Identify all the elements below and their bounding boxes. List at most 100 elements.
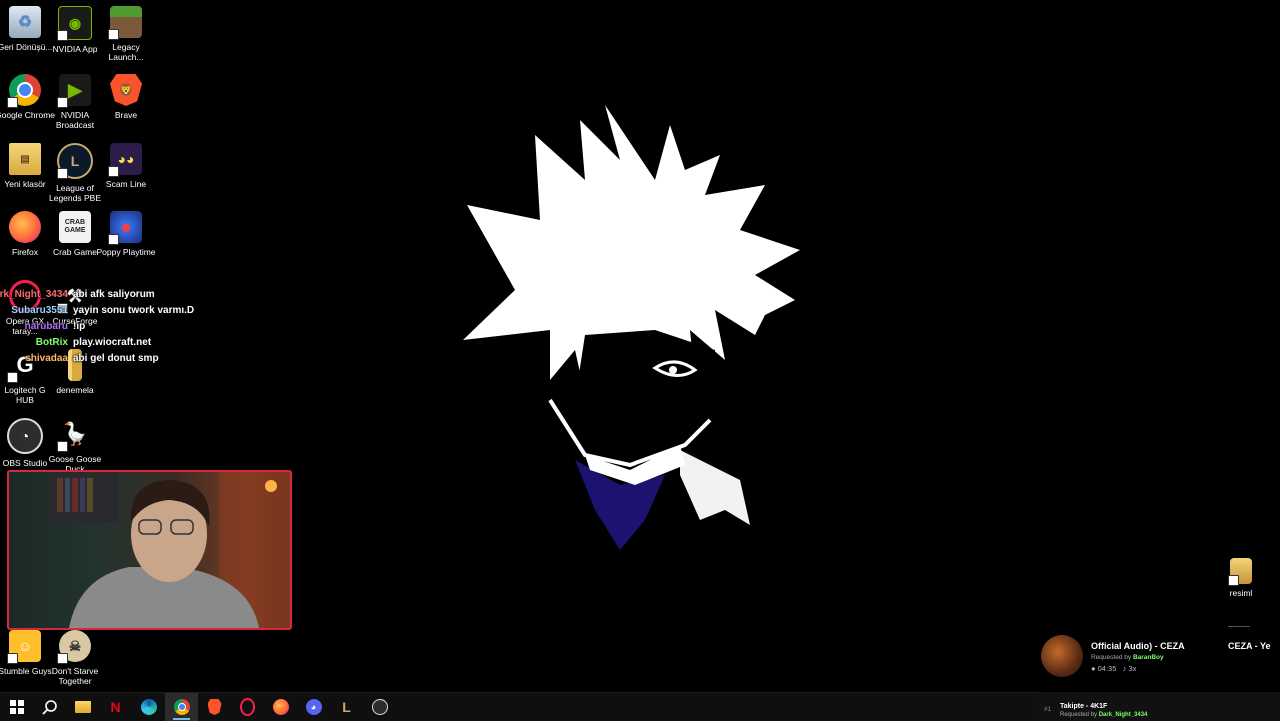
requester-name: BaranBoy <box>1132 654 1164 661</box>
chat-username: narubaru <box>24 321 68 332</box>
album-art <box>1041 635 1083 677</box>
stumble-guys-icon: ☺ <box>7 630 41 664</box>
edge-icon <box>140 699 157 715</box>
icon-label: resiml <box>1229 588 1253 598</box>
song-title-next: CEZA - Ye <box>1228 641 1271 651</box>
scam-line-shortcut[interactable]: ◕◕ Scam Line <box>96 143 156 189</box>
search-button[interactable] <box>33 693 66 721</box>
goose-icon: 🪿 <box>57 418 91 452</box>
league-of-legends-icon: L <box>57 143 93 179</box>
scam-line-icon: ◕◕ <box>108 143 142 177</box>
nvidia-broadcast-icon: ▶ <box>57 74 91 108</box>
queue-requester-name: Dark_Night_3434 <box>1098 712 1148 718</box>
dont-starve-shortcut[interactable]: ☠ Don't Starve Together <box>45 630 105 686</box>
obs-icon: ◔ <box>7 418 43 454</box>
opera-gx-icon <box>240 698 255 716</box>
queue-label: Takipte - 4K1F <box>1060 703 1108 710</box>
requested-line: Requested by BaranBoy <box>1091 654 1164 661</box>
wallpaper-anime-illustration <box>463 105 800 550</box>
chrome-icon <box>173 699 190 715</box>
wallpaper-face-shape <box>575 330 715 445</box>
icon-label: NVIDIA App <box>52 44 98 54</box>
netflix-icon: N <box>110 699 121 715</box>
icon-label: denemela <box>56 385 94 395</box>
chat-message: BotRix play.wiocraft.net <box>0 337 240 353</box>
clock-icon: ● <box>1091 664 1096 673</box>
firefox-icon <box>272 699 289 715</box>
chat-text: yayin sonu twork varmı.D <box>73 305 195 316</box>
icon-label: Crab Game <box>53 247 97 257</box>
chat-text: play.wiocraft.net <box>73 337 152 348</box>
icon-label: Don't Starve Together <box>51 666 99 686</box>
taskbar-firefox[interactable] <box>264 693 297 721</box>
resiml-folder-shortcut[interactable]: resiml <box>1211 558 1271 598</box>
queue-requested-prefix: Requested by <box>1060 712 1098 718</box>
music-note-icon: ♪ <box>1122 664 1127 673</box>
nvidia-icon: ◉ <box>57 6 92 41</box>
recycle-bin-icon: ♻ <box>9 6 41 38</box>
taskbar-netflix[interactable]: N <box>99 693 132 721</box>
dont-starve-icon: ☠ <box>57 630 91 664</box>
requested-prefix: Requested by <box>1091 654 1132 661</box>
taskbar-brave[interactable] <box>198 693 231 721</box>
queue-bar: #1 Takipte - 4K1F Requested by Dark_Nigh… <box>1038 692 1280 720</box>
brave-icon <box>207 699 222 715</box>
brave-shortcut[interactable]: 🦁 Brave <box>96 74 156 120</box>
poppy-playtime-shortcut[interactable]: ☻ Poppy Playtime <box>96 211 156 257</box>
firefox-icon <box>9 211 41 243</box>
discord-icon: ◕ <box>305 699 322 715</box>
webcam-overlay <box>7 470 292 630</box>
chat-message: shivadaa abi gel donut smp <box>0 353 240 369</box>
play-count: 3x <box>1128 664 1137 673</box>
chat-username: Subaru3551 <box>11 305 68 316</box>
chat-text: abi gel donut smp <box>73 353 159 364</box>
windows-icon <box>9 700 24 714</box>
chat-text: !ip <box>73 321 86 332</box>
wallpaper-shirt-shape <box>680 450 750 525</box>
taskbar-edge[interactable] <box>132 693 165 721</box>
chat-username: Dark_Night_3434 <box>0 289 68 300</box>
queue-rank: #1 <box>1044 706 1052 713</box>
legacy-launcher-shortcut[interactable]: Legacy Launch... <box>96 6 156 62</box>
search-icon <box>41 700 57 715</box>
minecraft-grass-icon <box>108 6 142 40</box>
taskbar-discord[interactable]: ◕ <box>297 693 330 721</box>
wallpaper-pupil <box>669 366 677 374</box>
brave-lion-icon: 🦁 <box>110 74 142 106</box>
taskbar-chrome[interactable] <box>165 693 198 721</box>
chat-message: narubaru !ip <box>0 321 240 337</box>
crab-game-icon: CRAB GAME <box>59 211 91 243</box>
folder-icon <box>1228 558 1252 586</box>
goose-goose-duck-shortcut[interactable]: 🪿 Goose Goose Duck <box>45 418 105 474</box>
chat-message: Dark_Night_3434 abi afk saliyorum <box>0 289 240 305</box>
song-title: Official Audio) - CEZA <box>1091 641 1185 651</box>
folder-icon <box>74 701 91 713</box>
icon-label: Scam Line <box>105 179 147 189</box>
icon-label: Poppy Playtime <box>96 247 156 257</box>
icon-label: OBS Studio <box>2 458 48 468</box>
poppy-playtime-icon: ☻ <box>108 211 142 245</box>
chrome-icon <box>7 74 41 108</box>
divider <box>1228 626 1250 627</box>
chat-username: BotRix <box>35 337 68 348</box>
chat-text: abi afk saliyorum <box>73 289 155 300</box>
start-button[interactable] <box>0 693 33 721</box>
lamp-light <box>265 480 277 492</box>
icon-label: Brave <box>114 110 138 120</box>
queue-requested-line: Requested by Dark_Night_3434 <box>1060 712 1147 718</box>
taskbar-opera-gx[interactable] <box>231 693 264 721</box>
obs-icon <box>371 699 388 715</box>
song-meta: ● 04:35 ♪ 3x <box>1091 664 1136 673</box>
stream-chat-overlay: Dark_Night_3434 abi afk saliyorum Subaru3… <box>0 289 240 369</box>
icon-label: Stumble Guys <box>0 666 52 676</box>
taskbar-file-explorer[interactable] <box>66 693 99 721</box>
now-playing-widget: Official Audio) - CEZA CEZA - Ye Request… <box>1038 626 1280 680</box>
icon-label: Yeni klasör <box>4 179 46 189</box>
chat-message: Subaru3551 yayin sonu twork varmı.D <box>0 305 240 321</box>
icon-label: Legacy Launch... <box>108 42 144 62</box>
taskbar-league[interactable]: L <box>330 693 363 721</box>
league-icon: L <box>342 699 351 715</box>
icon-label: Firefox <box>12 247 38 257</box>
webcam-scene <box>49 472 290 628</box>
taskbar-obs[interactable] <box>363 693 396 721</box>
